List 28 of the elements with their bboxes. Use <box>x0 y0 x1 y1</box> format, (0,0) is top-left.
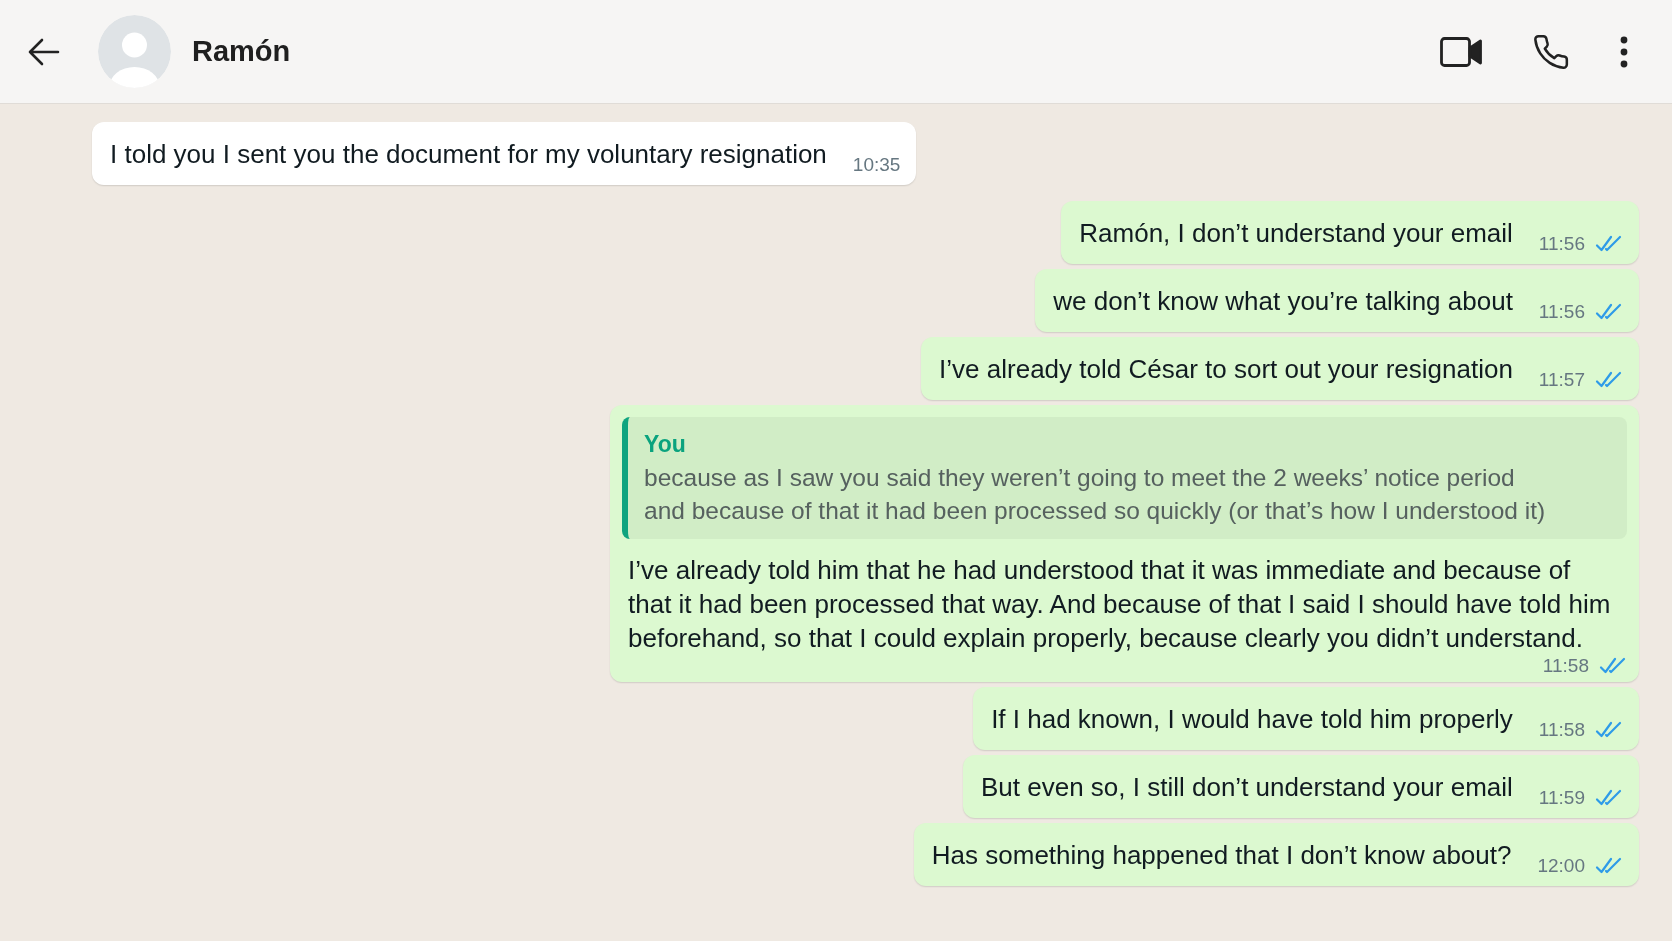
message-text: But even so, I still don’t understand your email <box>981 771 1513 804</box>
message-text: Has something happened that I don’t know about? <box>931 839 1512 872</box>
phone-icon <box>1532 32 1570 71</box>
message-text: If I had known, I would have told him properly <box>991 703 1513 736</box>
more-options-button[interactable] <box>1620 35 1628 68</box>
video-camera-icon <box>1440 36 1482 67</box>
message-text: I’ve already told César to sort out your resignation <box>939 353 1513 386</box>
voice-call-button[interactable] <box>1532 32 1570 71</box>
message-text: I’ve already told him that he had understood that it was immediate and because of that it had been processed that way. And because of that I said I should have told him beforehand, so that I could explain properly, because clearly you didn’t understand. <box>627 554 1612 655</box>
quoted-author: You <box>644 430 687 459</box>
message-time: 11:56 <box>1538 233 1585 255</box>
message-time: 11:59 <box>1538 787 1585 809</box>
message-text: Ramón, I don’t understand your email <box>1079 217 1513 250</box>
contact-name: Ramón <box>192 35 291 68</box>
more-vertical-icon <box>1620 35 1628 68</box>
arrow-left-icon <box>28 37 60 66</box>
message-text: I told you I sent you the document for my voluntary resignation <box>110 138 827 171</box>
message-time: 11:58 <box>1538 719 1585 741</box>
message-time: 12:00 <box>1537 855 1585 877</box>
message-text: we don’t know what you’re talking about <box>1053 285 1513 318</box>
quoted-text: because as I saw you said they weren’t going to meet the 2 weeks’ notice period and because of that it had been processed so quickly (or that’s how I understood it) <box>644 463 1547 526</box>
message-time: 10:35 <box>852 154 901 176</box>
message-time: 11:57 <box>1538 369 1585 391</box>
back-button[interactable] <box>28 37 60 66</box>
video-call-button[interactable] <box>1440 36 1482 67</box>
message-time: 11:58 <box>1542 655 1589 677</box>
quoted-message[interactable]: You because as I saw you said they weren’t going to meet the 2 weeks’ notice period and because of that it had been processed so quickly (or that’s how I understood it) <box>622 417 1627 539</box>
message-time: 11:56 <box>1538 301 1585 323</box>
